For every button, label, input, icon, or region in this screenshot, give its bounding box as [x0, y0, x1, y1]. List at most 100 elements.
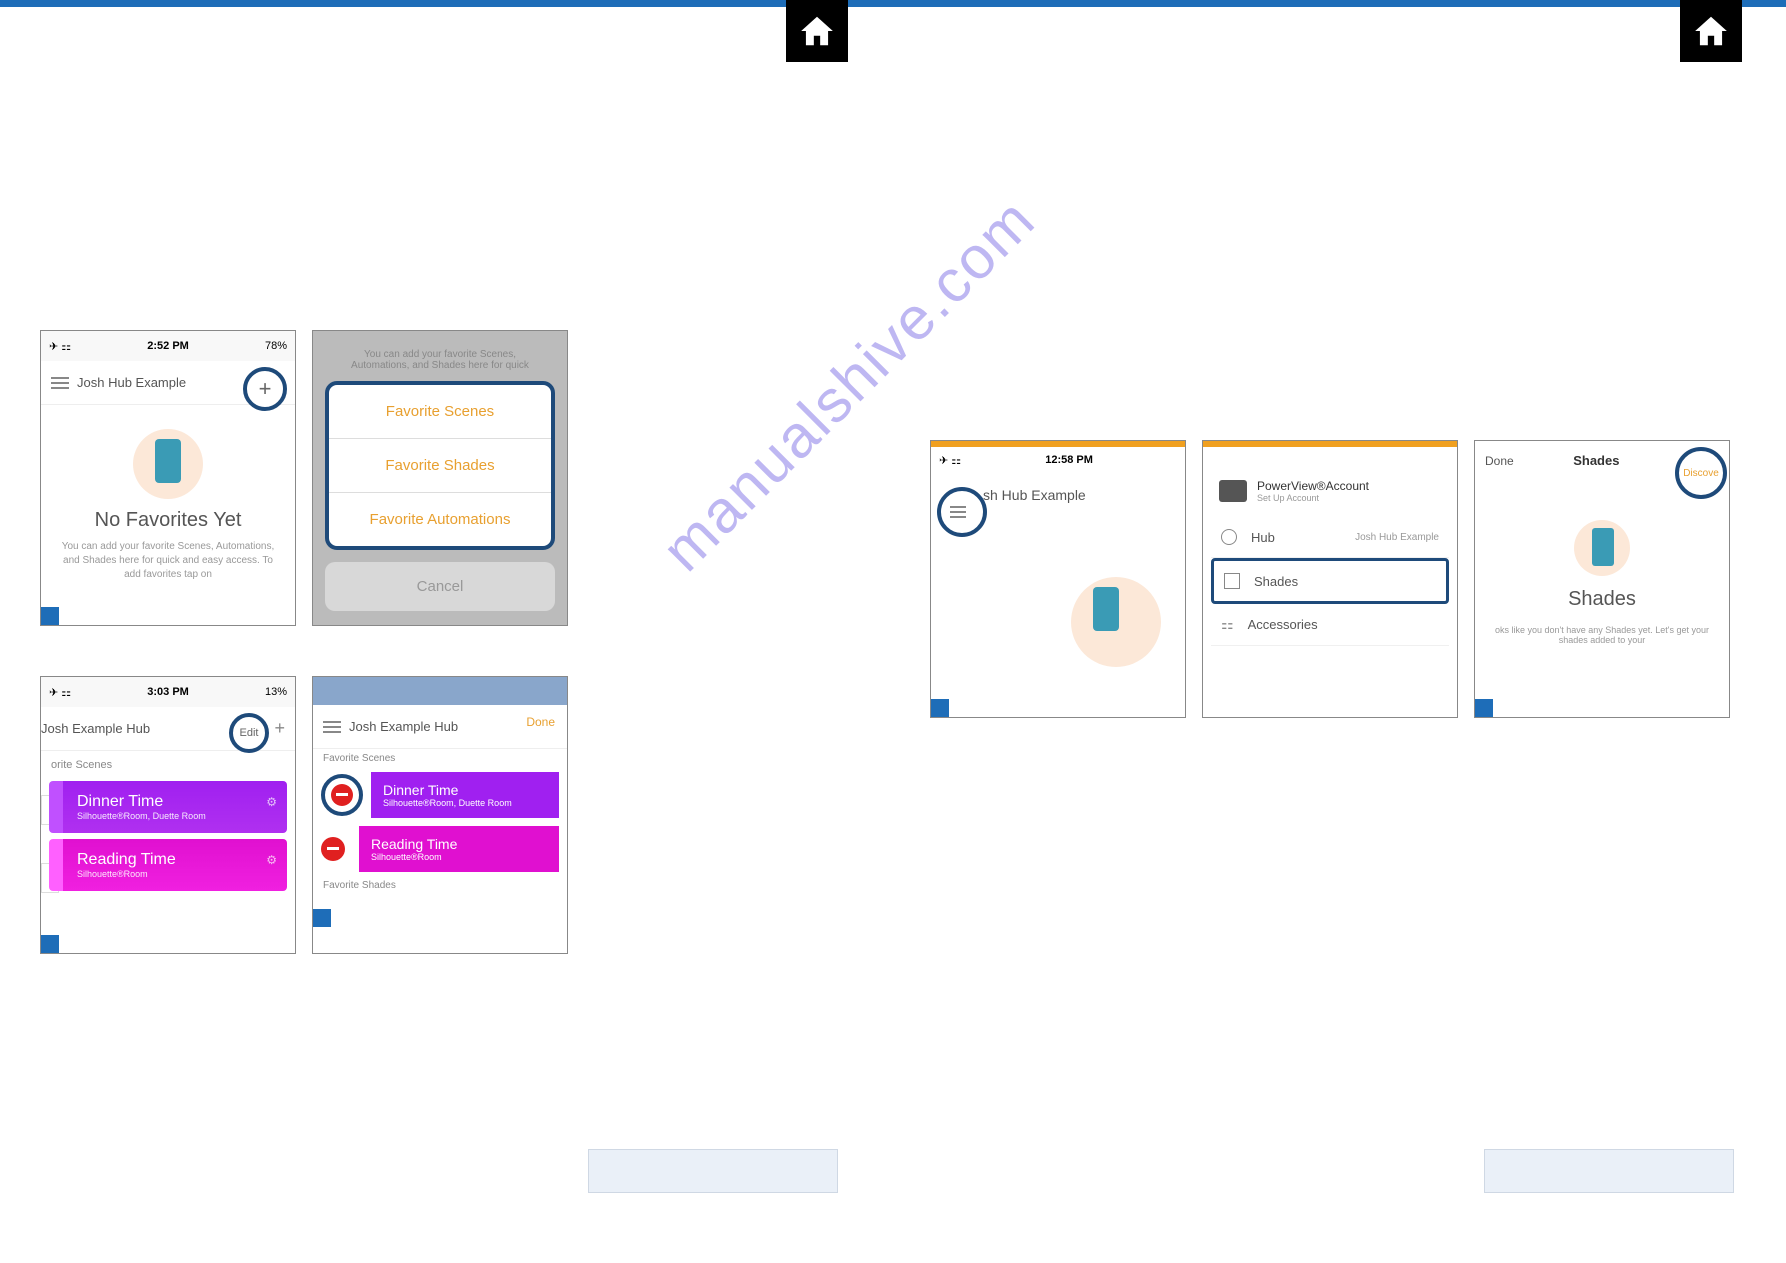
- screenshot-side-menu: PowerView®Account Set Up Account Hub Jos…: [1202, 440, 1458, 718]
- hamburger-icon: [950, 506, 966, 518]
- menu-item-accessories[interactable]: ⚏ Accessories: [1211, 604, 1449, 646]
- no-favorites-title: No Favorites Yet: [41, 509, 295, 532]
- cancel-button[interactable]: Cancel: [325, 562, 555, 611]
- no-favorites-subtitle: You can add your favorite Scenes, Automa…: [41, 532, 295, 590]
- screenshot-no-favorites: ✈ ⚏ 2:52 PM 78% Josh Hub Example + No Fa…: [40, 330, 296, 626]
- airplane-wifi-icons: ✈ ⚏: [49, 686, 71, 699]
- menu-item-hub[interactable]: Hub Josh Hub Example: [1211, 517, 1449, 558]
- hub-title: sh Hub Example: [983, 487, 1086, 503]
- delete-button[interactable]: [321, 837, 345, 861]
- corner-marker: [1475, 699, 1493, 717]
- option-favorite-shades[interactable]: Favorite Shades: [329, 439, 551, 493]
- scene-tile-reading[interactable]: Reading Time Silhouette®Room: [359, 826, 559, 872]
- screenshot-edit-mode: Josh Example Hub Done Favorite Scenes Di…: [312, 676, 568, 954]
- scene-title: Reading Time: [77, 851, 176, 869]
- option-favorite-scenes[interactable]: Favorite Scenes: [329, 385, 551, 439]
- scene-rooms: Silhouette®Room: [77, 869, 176, 879]
- left-page-column: ✈ ⚏ 2:52 PM 78% Josh Hub Example + No Fa…: [40, 330, 640, 1004]
- side-menu: PowerView®Account Set Up Account Hub Jos…: [1203, 447, 1457, 646]
- account-title: PowerView®Account: [1257, 479, 1369, 493]
- menu-item-shades-highlight[interactable]: Shades: [1211, 558, 1449, 604]
- phone-illustration: [1574, 520, 1630, 576]
- scene-title: Dinner Time: [77, 793, 206, 811]
- home-icon: [1692, 12, 1730, 50]
- menu-label: Hub: [1251, 530, 1275, 545]
- menu-label: Shades: [1254, 574, 1298, 589]
- screenshot-hub-home: ✈ ⚏ 12:58 PM sh Hub Example: [930, 440, 1186, 718]
- top-blue-bar: [0, 0, 1786, 7]
- sheet-backdrop: You can add your favorite Scenes, Automa…: [313, 331, 567, 625]
- menu-button-highlight[interactable]: [937, 487, 987, 537]
- page-number-box-right: [1484, 1149, 1734, 1193]
- corner-marker: [41, 607, 59, 625]
- app-header: Josh Hub Example +: [41, 361, 295, 405]
- home-icon: [798, 12, 836, 50]
- phone-illustration: [133, 429, 203, 499]
- menu-label: Accessories: [1248, 617, 1318, 632]
- scene-title: Reading Time: [371, 836, 547, 852]
- row-bottom: ✈ ⚏ 3:03 PM 13% Josh Example Hub + Edit …: [40, 676, 640, 954]
- row-top: ✈ ⚏ 2:52 PM 78% Josh Hub Example + No Fa…: [40, 330, 640, 626]
- screenshot-action-sheet: You can add your favorite Scenes, Automa…: [312, 330, 568, 626]
- action-sheet-highlight: Favorite Scenes Favorite Shades Favorite…: [325, 381, 555, 550]
- battery-level: 13%: [265, 686, 287, 698]
- airplane-wifi-icons: ✈ ⚏: [939, 454, 961, 467]
- gear-icon[interactable]: ⚙: [266, 853, 277, 867]
- shades-subtitle: oks like you don't have any Shades yet. …: [1475, 611, 1729, 645]
- section-label: Favorite Scenes: [313, 749, 567, 768]
- hub-title: Josh Example Hub: [41, 721, 150, 736]
- section-label: Favorite Shades: [313, 876, 567, 895]
- hub-title: Josh Hub Example: [77, 375, 186, 390]
- plus-icon[interactable]: +: [274, 718, 285, 739]
- discover-button-highlight[interactable]: Discove: [1675, 447, 1727, 499]
- scene-rooms: Silhouette®Room: [371, 852, 547, 862]
- hamburger-icon[interactable]: [323, 721, 341, 733]
- done-link[interactable]: Done: [1485, 454, 1514, 468]
- edit-row-dinner: Dinner Time Silhouette®Room, Duette Room: [313, 768, 567, 822]
- home-button-left[interactable]: [786, 0, 848, 62]
- shades-title: Shades: [1573, 453, 1619, 468]
- account-subtitle: Set Up Account: [1257, 493, 1369, 503]
- accessories-icon: ⚏: [1221, 616, 1234, 633]
- status-time: 3:03 PM: [147, 686, 189, 698]
- section-label: orite Scenes: [41, 751, 295, 775]
- status-time: 2:52 PM: [147, 340, 189, 352]
- add-button-highlight[interactable]: +: [243, 367, 287, 411]
- brand-logo: [1219, 480, 1247, 502]
- status-bar: ✈ ⚏ 12:58 PM: [931, 447, 1185, 473]
- scene-tile-dinner[interactable]: Dinner Time Silhouette®Room, Duette Room: [371, 772, 559, 818]
- status-bar: ✈ ⚏ 2:52 PM 78%: [41, 331, 295, 361]
- screenshot-favorites-list: ✈ ⚏ 3:03 PM 13% Josh Example Hub + Edit …: [40, 676, 296, 954]
- scene-title: Dinner Time: [383, 782, 547, 798]
- scene-rooms: Silhouette®Room, Duette Room: [383, 798, 547, 808]
- shades-icon: [1224, 573, 1240, 589]
- status-bar: ✈ ⚏ 3:03 PM 13%: [41, 677, 295, 707]
- edit-row-reading: Reading Time Silhouette®Room: [313, 822, 567, 876]
- gear-icon[interactable]: ⚙: [266, 795, 277, 809]
- battery-level: 78%: [265, 340, 287, 352]
- hub-icon: [1221, 529, 1237, 545]
- hub-name: Josh Hub Example: [1355, 532, 1439, 543]
- option-favorite-automations[interactable]: Favorite Automations: [329, 493, 551, 546]
- minus-icon: [331, 784, 353, 806]
- delete-button-highlight[interactable]: [321, 774, 363, 816]
- status-time: 12:58 PM: [1045, 454, 1093, 466]
- sheet-hint-text: You can add your favorite Scenes, Automa…: [325, 343, 555, 381]
- corner-marker: [931, 699, 949, 717]
- right-row: ✈ ⚏ 12:58 PM sh Hub Example PowerView®Ac…: [930, 440, 1730, 718]
- scene-card-reading[interactable]: Reading Time Silhouette®Room ⚙: [49, 839, 287, 891]
- done-link[interactable]: Done: [526, 715, 555, 729]
- shades-heading: Shades: [1475, 588, 1729, 611]
- corner-marker: [313, 909, 331, 927]
- corner-marker: [41, 935, 59, 953]
- hamburger-icon[interactable]: [51, 377, 69, 389]
- home-button-right[interactable]: [1680, 0, 1742, 62]
- airplane-wifi-icons: ✈ ⚏: [49, 340, 71, 353]
- screenshot-shades-discover: Done Shades Discove Shades oks like you …: [1474, 440, 1730, 718]
- scene-rooms: Silhouette®Room, Duette Room: [77, 811, 206, 821]
- phone-illustration: [1071, 577, 1161, 667]
- scene-card-dinner[interactable]: Dinner Time Silhouette®Room, Duette Room…: [49, 781, 287, 833]
- page-number-box-left: [588, 1149, 838, 1193]
- account-row[interactable]: PowerView®Account Set Up Account: [1211, 475, 1449, 517]
- edit-button-highlight[interactable]: Edit: [229, 713, 269, 753]
